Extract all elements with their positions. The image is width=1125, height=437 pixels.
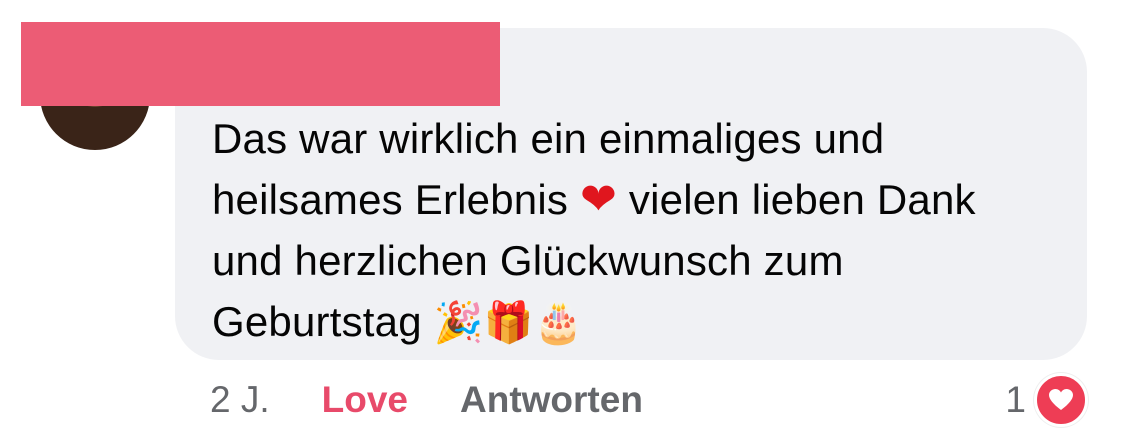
comment-actions: 2 J. Love Antworten <box>210 372 643 428</box>
comment-text: Das war wirklich ein einmaliges und heil… <box>212 108 1072 354</box>
redacted-author-name <box>21 22 500 106</box>
reply-button[interactable]: Antworten <box>460 379 643 421</box>
reaction-summary[interactable]: 1 <box>1005 372 1088 428</box>
comment-line-4-text: Geburtstag <box>212 298 422 345</box>
comment-line-2-end: vielen lieben Dank <box>628 176 976 223</box>
comment-timestamp[interactable]: 2 J. <box>210 379 270 421</box>
comment-line-4: Geburtstag 🎉🎁🎂 <box>212 291 1072 354</box>
gift-emoji-icon: 🎁 <box>483 300 534 346</box>
comment-line-3: und herzlichen Glückwunsch zum <box>212 237 844 284</box>
comment-line-2: heilsames Erlebnis ❤ vielen lieben Dank <box>212 169 1072 230</box>
comment-line-1: Das war wirklich ein einmaliges und <box>212 115 885 162</box>
birthday-cake-emoji-icon: 🎂 <box>533 300 584 346</box>
heart-icon <box>1034 373 1088 427</box>
party-popper-emoji-icon: 🎉 <box>433 300 484 346</box>
comment-line-2-start: heilsames Erlebnis <box>212 176 569 223</box>
red-heart-emoji-icon: ❤ <box>579 174 618 225</box>
love-reaction-button[interactable]: Love <box>322 379 408 421</box>
reaction-count: 1 <box>1005 379 1026 420</box>
